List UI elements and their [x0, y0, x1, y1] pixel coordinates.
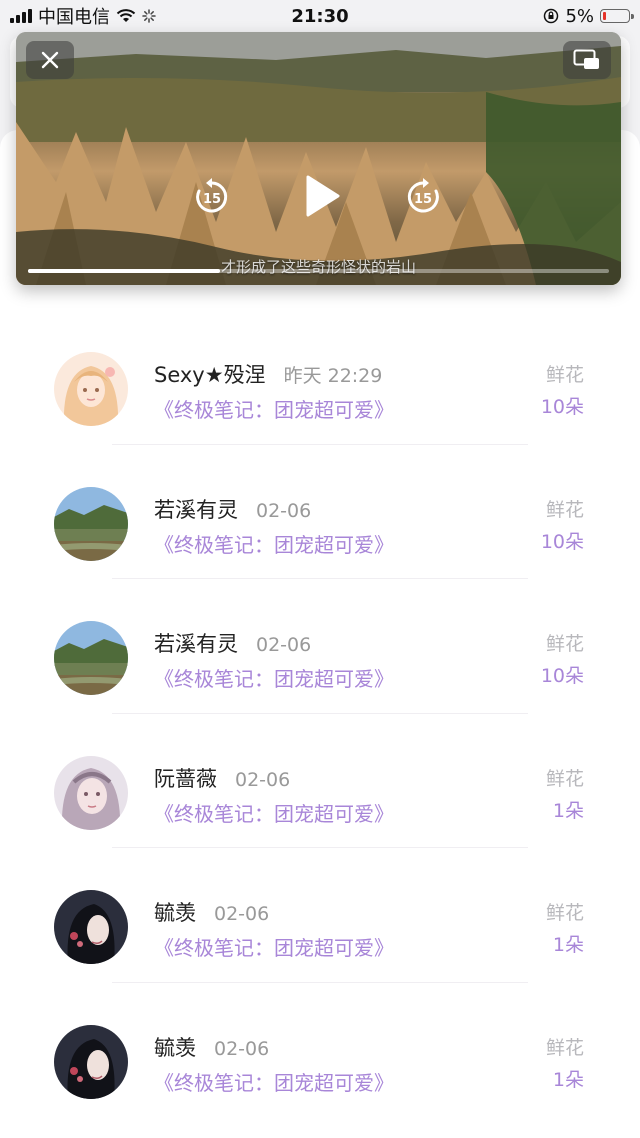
- gift-count: 1朵: [552, 1068, 584, 1091]
- play-button[interactable]: [299, 174, 343, 218]
- avatar-landscape-image: [54, 486, 128, 561]
- user-info: Sexy★殁涅 昨天 22:29: [154, 359, 382, 389]
- timestamp: 02-06: [256, 499, 312, 522]
- list-item[interactable]: 若溪有灵 02-06 《终极笔记：团宠超可爱》 鲜花 10朵: [0, 445, 640, 579]
- timestamp: 02-06: [256, 634, 312, 656]
- gift-type-label: 鲜花: [545, 767, 584, 790]
- timestamp: 02-06: [235, 768, 291, 791]
- avatar[interactable]: [54, 755, 128, 830]
- book-title-link[interactable]: 《终极笔记：团宠超可爱》: [154, 932, 394, 961]
- gift-type-label: 鲜花: [545, 498, 584, 521]
- user-name[interactable]: Sexy★殁涅: [154, 359, 266, 389]
- carrier-label: 中国电信: [38, 7, 110, 28]
- book-title-link[interactable]: 《终极笔记：团宠超可爱》: [154, 394, 394, 423]
- timestamp: 02-06: [214, 903, 270, 925]
- avatar-portrait-image: [54, 755, 128, 830]
- gift-count: 10朵: [540, 396, 584, 418]
- avatar-dark-portrait-image: [54, 890, 128, 964]
- orientation-lock-icon: [544, 8, 559, 24]
- book-title-link[interactable]: 《终极笔记：团宠超可爱》: [154, 1067, 394, 1096]
- gift-type-label: 鲜花: [545, 633, 584, 655]
- wifi-icon: [116, 9, 136, 22]
- video-progress-fill: [28, 269, 220, 273]
- list-item[interactable]: 若溪有灵 02-06 《终极笔记：团宠超可爱》 鲜花 10朵: [0, 579, 640, 714]
- user-info: 若溪有灵 02-06: [154, 494, 311, 524]
- avatar-landscape-image: [54, 621, 128, 695]
- battery-percent: 5%: [565, 5, 594, 27]
- gift-list: Sexy★殁涅 昨天 22:29 《终极笔记：团宠超可爱》 鲜花 10朵 若溪有…: [0, 310, 640, 1138]
- close-button[interactable]: [26, 41, 74, 79]
- avatar[interactable]: [54, 621, 128, 695]
- gift-count: 1朵: [552, 799, 584, 822]
- cellular-signal-icon: [10, 9, 32, 23]
- avatar[interactable]: [54, 486, 128, 561]
- rewind-15-icon: 15: [196, 178, 228, 213]
- close-icon: [41, 51, 59, 69]
- video-progress-bar[interactable]: [28, 269, 609, 273]
- book-title-link[interactable]: 《终极笔记：团宠超可爱》: [154, 529, 394, 558]
- user-info: 毓羡 02-06: [154, 897, 269, 927]
- svg-text:15: 15: [203, 192, 221, 207]
- video-player[interactable]: 15 15 才形成了这些奇形怪状的岩山: [16, 32, 621, 285]
- gift-count: 10朵: [540, 530, 584, 553]
- forward-15-button[interactable]: 15: [403, 177, 443, 217]
- book-title-link[interactable]: 《终极笔记：团宠超可爱》: [154, 663, 394, 692]
- user-info: 毓羡 02-06: [154, 1032, 269, 1062]
- timestamp: 02-06: [214, 1037, 270, 1060]
- list-item[interactable]: Sexy★殁涅 昨天 22:29 《终极笔记：团宠超可爱》 鲜花 10朵: [0, 310, 640, 445]
- timestamp: 昨天 22:29: [283, 365, 383, 387]
- play-icon: [306, 175, 340, 217]
- forward-15-icon: 15: [407, 178, 439, 213]
- avatar[interactable]: [54, 1024, 128, 1099]
- video-subtitle: 才形成了这些奇形怪状的岩山: [220, 258, 416, 276]
- rewind-15-button[interactable]: 15: [192, 177, 232, 217]
- avatar[interactable]: [54, 890, 128, 964]
- loading-spinner-icon: [142, 9, 156, 23]
- picture-in-picture-button[interactable]: [563, 41, 611, 79]
- list-item[interactable]: 毓羡 02-06 《终极笔记：团宠超可爱》 鲜花 1朵: [0, 983, 640, 1118]
- svg-text:15: 15: [414, 192, 432, 207]
- gift-type-label: 鲜花: [545, 364, 584, 386]
- avatar-dark-portrait-image: [54, 1024, 128, 1099]
- picture-in-picture-icon: [573, 49, 599, 69]
- status-bar: 中国电信 21:30 5%: [0, 0, 640, 32]
- user-name[interactable]: 毓羡: [154, 897, 196, 927]
- user-name[interactable]: 毓羡: [154, 1032, 196, 1062]
- avatar-anime-girl-image: [54, 352, 128, 426]
- list-item[interactable]: 毓羡 02-06 《终极笔记：团宠超可爱》 鲜花 1朵: [0, 848, 640, 983]
- user-name[interactable]: 若溪有灵: [154, 628, 238, 658]
- gift-type-label: 鲜花: [545, 1036, 584, 1059]
- user-name[interactable]: 阮蔷薇: [154, 763, 217, 793]
- gift-count: 1朵: [552, 934, 584, 956]
- list-item[interactable]: 阮蔷薇 02-06 《终极笔记：团宠超可爱》 鲜花 1朵: [0, 714, 640, 848]
- gift-type-label: 鲜花: [545, 902, 584, 924]
- user-name[interactable]: 若溪有灵: [154, 494, 238, 524]
- book-title-link[interactable]: 《终极笔记：团宠超可爱》: [154, 798, 394, 827]
- avatar[interactable]: [54, 352, 128, 426]
- battery-icon: [600, 9, 634, 23]
- gift-count: 10朵: [540, 665, 584, 687]
- user-info: 若溪有灵 02-06: [154, 628, 311, 658]
- user-info: 阮蔷薇 02-06: [154, 763, 290, 793]
- video-frame: [16, 32, 621, 285]
